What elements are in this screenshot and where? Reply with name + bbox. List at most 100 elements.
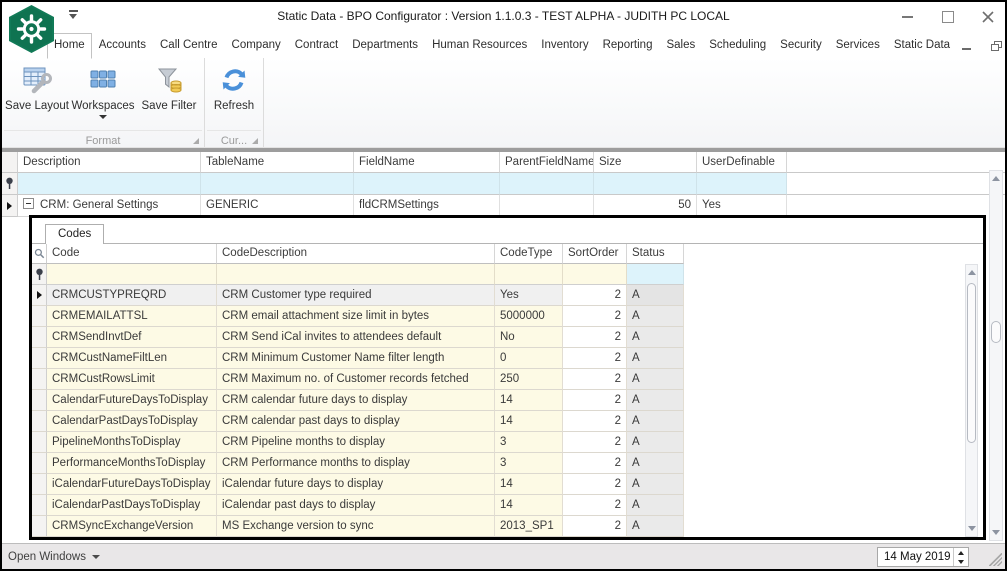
filter-cell-sortorder[interactable] <box>563 264 627 285</box>
column-header-parentfieldname[interactable]: ParentFieldName <box>500 152 594 173</box>
scroll-down-icon[interactable] <box>966 521 977 536</box>
cell-code[interactable]: iCalendarPastDaysToDisplay <box>47 495 217 516</box>
cell-desc[interactable]: CRM Send iCal invites to attendees defau… <box>217 327 495 348</box>
ribbon-tab-call-centre[interactable]: Call Centre <box>153 33 225 58</box>
date-spin-up-icon[interactable] <box>954 548 968 557</box>
cell-type[interactable]: 14 <box>495 495 563 516</box>
cell-sort[interactable]: 2 <box>563 285 627 306</box>
column-header-sortorder[interactable]: SortOrder <box>563 244 627 264</box>
cell-type[interactable]: 250 <box>495 369 563 390</box>
cell-desc[interactable]: CRM Performance months to display <box>217 453 495 474</box>
cell-sort[interactable]: 2 <box>563 411 627 432</box>
codes-grid-row[interactable]: CRMCUSTYPREQRDCRM Customer type required… <box>32 285 983 306</box>
current-group-dialog-launcher-icon[interactable] <box>252 138 258 144</box>
mdi-minimize-button[interactable] <box>961 41 973 52</box>
filter-cell-tablename[interactable] <box>201 173 354 195</box>
ribbon-tab-human-resources[interactable]: Human Resources <box>425 33 534 58</box>
filter-cell-description[interactable] <box>18 173 201 195</box>
cell-sort[interactable]: 2 <box>563 516 627 537</box>
column-header-status[interactable]: Status <box>627 244 684 264</box>
codes-grid-row[interactable]: CalendarFutureDaysToDisplayCRM calendar … <box>32 390 983 411</box>
filter-cell-codetype[interactable] <box>495 264 563 285</box>
cell-sort[interactable]: 2 <box>563 495 627 516</box>
cell-type[interactable]: 14 <box>495 390 563 411</box>
cell-status[interactable]: A <box>627 516 684 537</box>
cell-status[interactable]: A <box>627 348 684 369</box>
cell-type[interactable]: 2013_SP1 <box>495 516 563 537</box>
codes-grid-row[interactable]: PerformanceMonthsToDisplayCRM Performanc… <box>32 453 983 474</box>
date-editor[interactable]: 14 May 2019 <box>877 547 969 567</box>
codes-grid-row[interactable]: PipelineMonthsToDisplayCRM Pipeline mont… <box>32 432 983 453</box>
filter-cell-size[interactable] <box>594 173 697 195</box>
cell-sort[interactable]: 2 <box>563 327 627 348</box>
scroll-thumb[interactable] <box>991 321 1001 343</box>
cell-type[interactable]: Yes <box>495 285 563 306</box>
cell-desc[interactable]: CRM Pipeline months to display <box>217 432 495 453</box>
master-grid-row[interactable]: CRM: General Settings GENERIC fldCRMSett… <box>2 195 1005 217</box>
cell-sort[interactable]: 2 <box>563 474 627 495</box>
cell-code[interactable]: CalendarFutureDaysToDisplay <box>47 390 217 411</box>
ribbon-tab-company[interactable]: Company <box>225 33 288 58</box>
mdi-restore-button[interactable] <box>991 41 1003 52</box>
cell-type[interactable]: No <box>495 327 563 348</box>
close-button[interactable] <box>981 9 995 23</box>
column-header-description[interactable]: Description <box>18 152 201 173</box>
ribbon-tab-accounts[interactable]: Accounts <box>92 33 153 58</box>
cell-userdefinable[interactable]: Yes <box>697 195 787 217</box>
ribbon-tab-reporting[interactable]: Reporting <box>596 33 660 58</box>
codes-grid-row[interactable]: CRMSyncExchangeVersionMS Exchange versio… <box>32 516 983 537</box>
workspaces-button[interactable]: Workspaces <box>70 60 136 119</box>
main-scrollbar[interactable] <box>989 170 1003 541</box>
cell-desc[interactable]: CRM calendar past days to display <box>217 411 495 432</box>
column-header-size[interactable]: Size <box>594 152 697 173</box>
cell-sort[interactable]: 2 <box>563 453 627 474</box>
cell-status[interactable]: A <box>627 390 684 411</box>
cell-type[interactable]: 14 <box>495 474 563 495</box>
cell-code[interactable]: CRMSendInvtDef <box>47 327 217 348</box>
ribbon-tab-sales[interactable]: Sales <box>659 33 702 58</box>
cell-tablename[interactable]: GENERIC <box>201 195 354 217</box>
scroll-thumb[interactable] <box>967 283 976 443</box>
quick-access-toolbar-arrow-icon[interactable] <box>68 10 80 22</box>
cell-type[interactable]: 3 <box>495 453 563 474</box>
codes-grid-scrollbar[interactable] <box>965 264 978 537</box>
scroll-down-icon[interactable] <box>990 525 1002 540</box>
date-value[interactable]: 14 May 2019 <box>878 548 953 566</box>
ribbon-tab-security[interactable]: Security <box>773 33 829 58</box>
cell-size[interactable]: 50 <box>594 195 697 217</box>
cell-parentfieldname[interactable] <box>500 195 594 217</box>
cell-status[interactable]: A <box>627 285 684 306</box>
filter-cell-fieldname[interactable] <box>354 173 500 195</box>
save-filter-button[interactable]: Save Filter <box>136 60 202 112</box>
cell-desc[interactable]: CRM Minimum Customer Name filter length <box>217 348 495 369</box>
ribbon-tab-services[interactable]: Services <box>829 33 887 58</box>
cell-status[interactable]: A <box>627 495 684 516</box>
codes-grid-row[interactable]: CRMSendInvtDefCRM Send iCal invites to a… <box>32 327 983 348</box>
scroll-up-icon[interactable] <box>990 171 1002 186</box>
codes-grid-row[interactable]: CRMCustRowsLimitCRM Maximum no. of Custo… <box>32 369 983 390</box>
column-header-code[interactable]: Code <box>47 244 217 264</box>
ribbon-tab-departments[interactable]: Departments <box>345 33 425 58</box>
ribbon-tab-contract[interactable]: Contract <box>288 33 345 58</box>
cell-type[interactable]: 14 <box>495 411 563 432</box>
ribbon-tab-static-data[interactable]: Static Data <box>887 33 957 58</box>
cell-description[interactable]: CRM: General Settings <box>18 195 201 217</box>
cell-code[interactable]: CRMCUSTYPREQRD <box>47 285 217 306</box>
cell-desc[interactable]: CRM calendar future days to display <box>217 390 495 411</box>
tab-codes[interactable]: Codes <box>45 224 104 244</box>
filter-cell-parentfieldname[interactable] <box>500 173 594 195</box>
date-spin-down-icon[interactable] <box>954 557 968 566</box>
filter-cell-codedescription[interactable] <box>217 264 495 285</box>
cell-sort[interactable]: 2 <box>563 348 627 369</box>
ribbon-tab-inventory[interactable]: Inventory <box>534 33 595 58</box>
cell-status[interactable]: A <box>627 432 684 453</box>
filter-cell-userdefinable[interactable] <box>697 173 787 195</box>
column-header-fieldname[interactable]: FieldName <box>354 152 500 173</box>
cell-code[interactable]: iCalendarFutureDaysToDisplay <box>47 474 217 495</box>
codes-grid-row[interactable]: iCalendarPastDaysToDisplayiCalendar past… <box>32 495 983 516</box>
cell-status[interactable]: A <box>627 411 684 432</box>
cell-sort[interactable]: 2 <box>563 306 627 327</box>
cell-code[interactable]: CRMSyncExchangeVersion <box>47 516 217 537</box>
cell-code[interactable]: CRMEMAILATTSL <box>47 306 217 327</box>
ribbon-tab-scheduling[interactable]: Scheduling <box>702 33 773 58</box>
